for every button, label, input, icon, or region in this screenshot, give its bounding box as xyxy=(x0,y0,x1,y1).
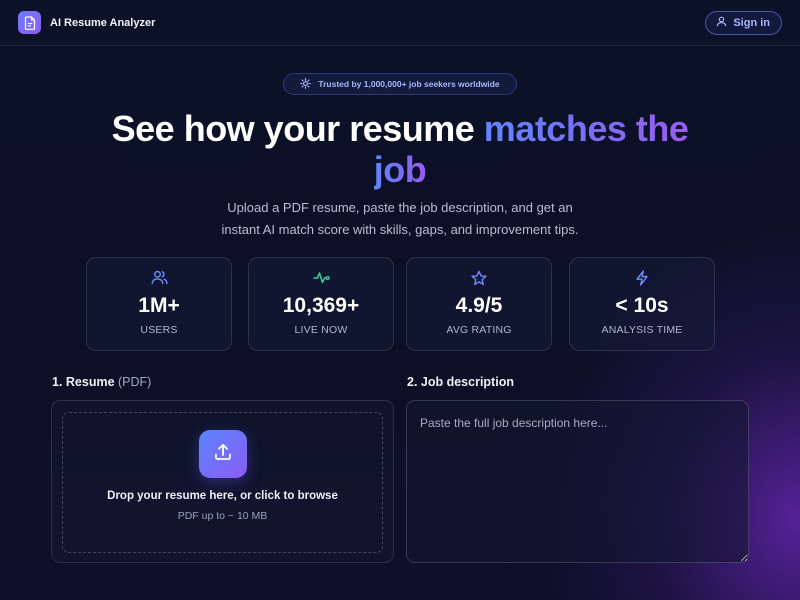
stat-label: ANALYSIS TIME xyxy=(601,324,683,336)
stat-value: 4.9/5 xyxy=(455,294,503,317)
hero-title-plain: See how your resume xyxy=(111,108,484,149)
user-icon xyxy=(716,16,727,30)
dropzone-instruction: Drop your resume here, or click to brows… xyxy=(107,490,338,502)
app-name: AI Resume Analyzer xyxy=(50,16,156,29)
resume-section-label: 1. Resume (PDF) xyxy=(52,375,151,389)
resume-dropzone[interactable]: Drop your resume here, or click to brows… xyxy=(62,412,383,553)
stat-card-live-now: 10,369+ LIVE NOW xyxy=(248,257,394,351)
bolt-icon xyxy=(570,270,714,286)
sign-in-button[interactable]: Sign in xyxy=(705,10,782,35)
trust-badge-text: Trusted by 1,000,000+ job seekers worldw… xyxy=(318,79,500,89)
star-icon xyxy=(407,270,551,286)
stat-value: 10,369+ xyxy=(282,294,360,317)
hero-subtitle-line-1: Upload a PDF resume, paste the job descr… xyxy=(227,200,573,215)
sign-in-label: Sign in xyxy=(733,16,770,29)
stat-card-users: 1M+ USERS xyxy=(86,257,232,351)
hero-title: See how your resume matches the job xyxy=(80,108,720,190)
stat-label: USERS xyxy=(140,324,178,336)
stat-card-avg-rating: 4.9/5 AVG RATING xyxy=(406,257,552,351)
upload-button[interactable] xyxy=(199,430,247,478)
dropzone-file-hint: PDF up to ~ 10 MB xyxy=(177,510,268,522)
stat-value: < 10s xyxy=(615,294,669,317)
stat-label: AVG RATING xyxy=(446,324,512,336)
hero-title-accent: matches the xyxy=(483,108,689,149)
sparkle-icon xyxy=(300,77,312,91)
activity-icon xyxy=(249,270,393,286)
document-icon xyxy=(18,11,41,34)
hero-title-accent-2: job xyxy=(373,149,427,190)
top-nav: AI Resume Analyzer Sign in xyxy=(0,0,800,46)
stat-card-analysis-time: < 10s ANALYSIS TIME xyxy=(569,257,715,351)
brand[interactable]: AI Resume Analyzer xyxy=(18,11,155,34)
hero-subtitle: Upload a PDF resume, paste the job descr… xyxy=(170,197,630,241)
upload-icon xyxy=(213,442,233,467)
users-icon xyxy=(87,270,231,286)
hero-subtitle-line-2: instant AI match score with skills, gaps… xyxy=(221,222,579,237)
stat-value: 1M+ xyxy=(138,294,180,317)
resume-label-suffix: (PDF) xyxy=(118,375,152,389)
job-description-input[interactable] xyxy=(406,400,749,563)
resume-label: 1. Resume xyxy=(52,375,115,389)
stat-label: LIVE NOW xyxy=(294,324,348,336)
resume-upload-panel: Drop your resume here, or click to brows… xyxy=(51,400,394,563)
job-description-section-label: 2. Job description xyxy=(407,375,514,389)
trust-badge: Trusted by 1,000,000+ job seekers worldw… xyxy=(283,73,517,95)
